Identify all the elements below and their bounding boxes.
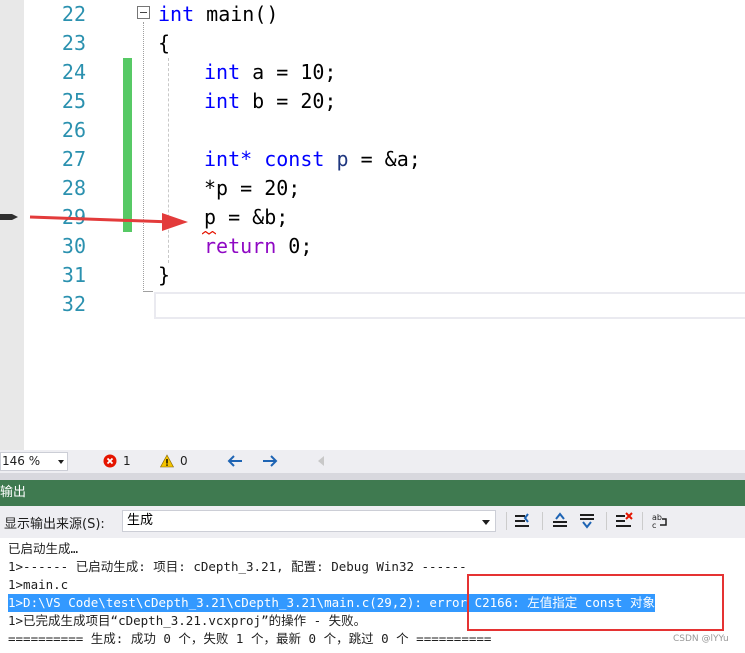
line-number: 26 <box>61 118 86 142</box>
keyword: const <box>264 147 325 171</box>
outline-guide <box>143 22 144 292</box>
output-line: ========== 生成: 成功 0 个，失败 1 个，最新 0 个，跳过 0… <box>8 631 492 646</box>
output-source-label: 显示输出来源(S): <box>4 517 105 532</box>
code-editor[interactable]: 22 23 24 25 26 27 28 29 30 31 32 int mai… <box>0 0 745 450</box>
code-text: } <box>158 263 171 287</box>
arrow-right-icon[interactable] <box>262 454 278 468</box>
error-icon[interactable] <box>103 454 117 468</box>
red-highlight-box-annotation <box>467 574 724 631</box>
keyword: return <box>204 234 277 258</box>
code-line-31[interactable]: } <box>158 261 170 290</box>
zoom-dropdown[interactable]: 146 % <box>0 452 68 471</box>
code-text: *p = 20; <box>204 176 301 200</box>
next-message-icon[interactable] <box>579 512 597 530</box>
line-number: 23 <box>61 31 86 55</box>
line-number: 25 <box>61 89 86 113</box>
error-squiggle <box>202 231 216 235</box>
code-line-30[interactable]: return 0; <box>204 232 312 261</box>
code-text: main() <box>206 2 279 26</box>
red-arrow-annotation <box>29 213 188 231</box>
output-line: 1>已完成生成项目“cDepth_3.21.vcxproj”的操作 - 失败。 <box>8 613 367 628</box>
panel-splitter[interactable] <box>0 473 745 480</box>
clear-all-icon[interactable] <box>615 512 633 530</box>
toolbar-separator <box>606 512 607 530</box>
output-line: 已启动生成… <box>8 541 79 556</box>
output-source-value: 生成 <box>127 513 154 528</box>
code-text: &a; <box>384 147 421 171</box>
code-line-25[interactable]: int b = 20; <box>204 87 336 116</box>
line-number: 31 <box>61 263 86 287</box>
editor-status-bar: 146 % 1 0 <box>0 450 745 473</box>
output-line: 1>main.c <box>8 577 69 592</box>
warning-icon[interactable] <box>160 454 174 468</box>
code-text: 0; <box>276 234 313 258</box>
code-text: p = &b; <box>204 205 289 229</box>
line-number: 32 <box>61 292 86 316</box>
code-line-28[interactable]: *p = 20; <box>204 174 300 203</box>
toolbar-separator <box>506 512 507 530</box>
chevron-down-icon <box>58 460 64 464</box>
keyword: int <box>158 2 195 26</box>
find-message-in-code-icon[interactable] <box>514 512 532 530</box>
keyword: int <box>204 89 241 113</box>
scroll-left-icon[interactable] <box>317 456 325 466</box>
error-count[interactable]: 1 <box>123 453 131 469</box>
zoom-value: 146 % <box>2 454 41 468</box>
keyword: int* <box>204 147 253 171</box>
toolbar-separator <box>542 512 543 530</box>
toolbar-separator <box>642 512 643 530</box>
arrow-left-icon[interactable] <box>227 454 243 468</box>
output-source-select[interactable]: 生成 <box>122 510 496 532</box>
warning-count[interactable]: 0 <box>180 453 188 469</box>
output-title-text: 输出 <box>0 485 27 500</box>
previous-message-icon[interactable] <box>552 512 570 530</box>
svg-text:c: c <box>652 521 656 530</box>
keyword: int <box>204 60 241 84</box>
code-text: b = 20; <box>240 89 337 113</box>
word-wrap-icon[interactable]: ab c <box>652 512 670 530</box>
code-text: { <box>158 31 171 55</box>
outline-guide-end <box>143 291 153 292</box>
variable: p <box>336 147 349 171</box>
code-line-29[interactable]: p = &b; <box>204 203 288 232</box>
collapse-toggle[interactable] <box>137 6 150 19</box>
line-number: 22 <box>61 2 86 26</box>
code-line-22[interactable]: int main() <box>158 0 278 29</box>
output-panel-title: 输出 <box>0 480 745 506</box>
code-text: a = 10; <box>240 60 337 84</box>
code-line-24[interactable]: int a = 10; <box>204 58 336 87</box>
code-line-23[interactable]: { <box>158 29 170 58</box>
line-number: 24 <box>61 60 86 84</box>
watermark: CSDN @lYYu <box>673 634 729 644</box>
current-line-highlight <box>154 292 745 319</box>
operator: = <box>348 147 385 171</box>
chevron-down-icon <box>482 520 490 525</box>
line-number: 30 <box>61 234 86 258</box>
line-number: 27 <box>61 147 86 171</box>
output-toolbar: 显示输出来源(S): 生成 ab c <box>0 506 745 538</box>
code-line-27[interactable]: int* const p = &a; <box>204 145 421 174</box>
output-line: 1>------ 已启动生成: 项目: cDepth_3.21, 配置: Deb… <box>8 559 467 574</box>
